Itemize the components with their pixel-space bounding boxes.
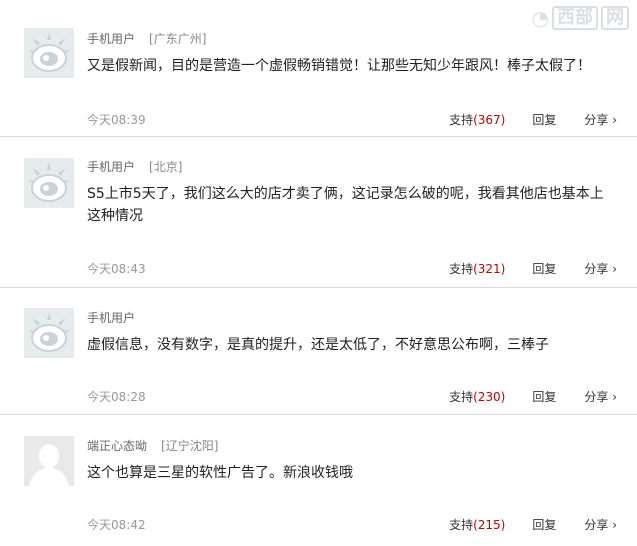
username-link[interactable]: 手机用户 — [87, 160, 135, 174]
comment-body: 手机用户 [广东广州] 又是假新闻，目的是营造一个虚假畅销错觉！让那些无知少年跟风… — [87, 31, 617, 77]
comment-footer: 今天08:43 支持(321) 回复 分享 › — [87, 260, 617, 278]
comment-item: 端正心态呦 [辽宁沈阳] 这个也算是三星的软性广告了。新浪收钱哦 今天08:42 … — [0, 415, 637, 545]
user-location: [北京] — [149, 160, 183, 174]
comment-time: 今天08:42 — [87, 518, 146, 532]
comment-body: 手机用户 [北京] S5上市5天了，我们这么大的店才卖了俩，这记录怎么破的呢，我看… — [87, 159, 617, 227]
comment-footer: 今天08:28 支持(230) 回复 分享 › — [87, 388, 617, 406]
username-link[interactable]: 手机用户 — [87, 32, 135, 46]
comment-actions: 支持(230) 回复 分享 › — [449, 388, 617, 406]
support-label: 支持 — [449, 390, 474, 404]
comment-time: 今天08:43 — [87, 262, 146, 276]
user-location: [广东广州] — [149, 32, 207, 46]
user-line: 手机用户 [广东广州] — [87, 31, 617, 47]
comment-footer: 今天08:39 支持(367) 回复 分享 › — [87, 111, 617, 129]
support-button[interactable]: 支持(367) — [449, 111, 505, 129]
support-label: 支持 — [449, 113, 474, 127]
share-button[interactable]: 分享 › — [584, 111, 617, 129]
comment-footer: 今天08:42 支持(215) 回复 分享 › — [87, 516, 617, 534]
support-label: 支持 — [449, 518, 474, 532]
comment-time: 今天08:39 — [87, 113, 146, 127]
username-link[interactable]: 手机用户 — [87, 311, 135, 325]
comment-item: 手机用户 虚假信息，没有数字，是真的提升，还是太低了，不好意思公布啊，三棒子 今… — [0, 288, 637, 415]
comment-text: 虚假信息，没有数字，是真的提升，还是太低了，不好意思公布啊，三棒子 — [87, 337, 549, 353]
share-button[interactable]: 分享 › — [584, 388, 617, 406]
user-line: 手机用户 — [87, 310, 617, 326]
weibo-avatar-icon[interactable] — [24, 28, 74, 78]
comment-actions: 支持(367) 回复 分享 › — [449, 111, 617, 129]
comment-text: S5上市5天了，我们这么大的店才卖了俩，这记录怎么破的呢，我看其他店也基本上这种… — [87, 186, 604, 224]
comment-body: 手机用户 虚假信息，没有数字，是真的提升，还是太低了，不好意思公布啊，三棒子 — [87, 310, 617, 356]
reply-button[interactable]: 回复 — [532, 516, 556, 534]
share-button[interactable]: 分享 › — [584, 260, 617, 278]
reply-button[interactable]: 回复 — [532, 388, 556, 406]
support-button[interactable]: 支持(230) — [449, 388, 505, 406]
comment-item: 手机用户 [广东广州] 又是假新闻，目的是营造一个虚假畅销错觉！让那些无知少年跟风… — [0, 0, 637, 137]
user-line: 手机用户 [北京] — [87, 159, 617, 175]
support-count: (215) — [473, 518, 506, 532]
comment-actions: 支持(321) 回复 分享 › — [449, 260, 617, 278]
comment-item: 手机用户 [北京] S5上市5天了，我们这么大的店才卖了俩，这记录怎么破的呢，我看… — [0, 137, 637, 288]
reply-button[interactable]: 回复 — [532, 260, 556, 278]
comment-text: 这个也算是三星的软性广告了。新浪收钱哦 — [87, 465, 353, 481]
comment-time: 今天08:28 — [87, 390, 146, 404]
support-count: (367) — [473, 113, 506, 127]
support-button[interactable]: 支持(215) — [449, 516, 505, 534]
support-count: (230) — [473, 390, 506, 404]
weibo-avatar-icon[interactable] — [24, 308, 74, 358]
reply-button[interactable]: 回复 — [532, 111, 556, 129]
support-button[interactable]: 支持(321) — [449, 260, 505, 278]
comment-text: 又是假新闻，目的是营造一个虚假畅销错觉！让那些无知少年跟风！棒子太假了！ — [87, 58, 591, 74]
person-avatar-icon[interactable] — [24, 436, 74, 486]
comment-actions: 支持(215) 回复 分享 › — [449, 516, 617, 534]
share-button[interactable]: 分享 › — [584, 516, 617, 534]
username-link[interactable]: 端正心态呦 — [87, 439, 147, 453]
support-count: (321) — [473, 262, 506, 276]
weibo-avatar-icon[interactable] — [24, 158, 74, 208]
support-label: 支持 — [449, 262, 474, 276]
comment-page: ◔ 西部 网 手机用户 [广东广州] 又是假新闻，目的是营造一个虚假畅销错觉！让那… — [0, 0, 637, 546]
user-location: [辽宁沈阳] — [161, 439, 219, 453]
comment-body: 端正心态呦 [辽宁沈阳] 这个也算是三星的软性广告了。新浪收钱哦 — [87, 438, 617, 484]
user-line: 端正心态呦 [辽宁沈阳] — [87, 438, 617, 454]
